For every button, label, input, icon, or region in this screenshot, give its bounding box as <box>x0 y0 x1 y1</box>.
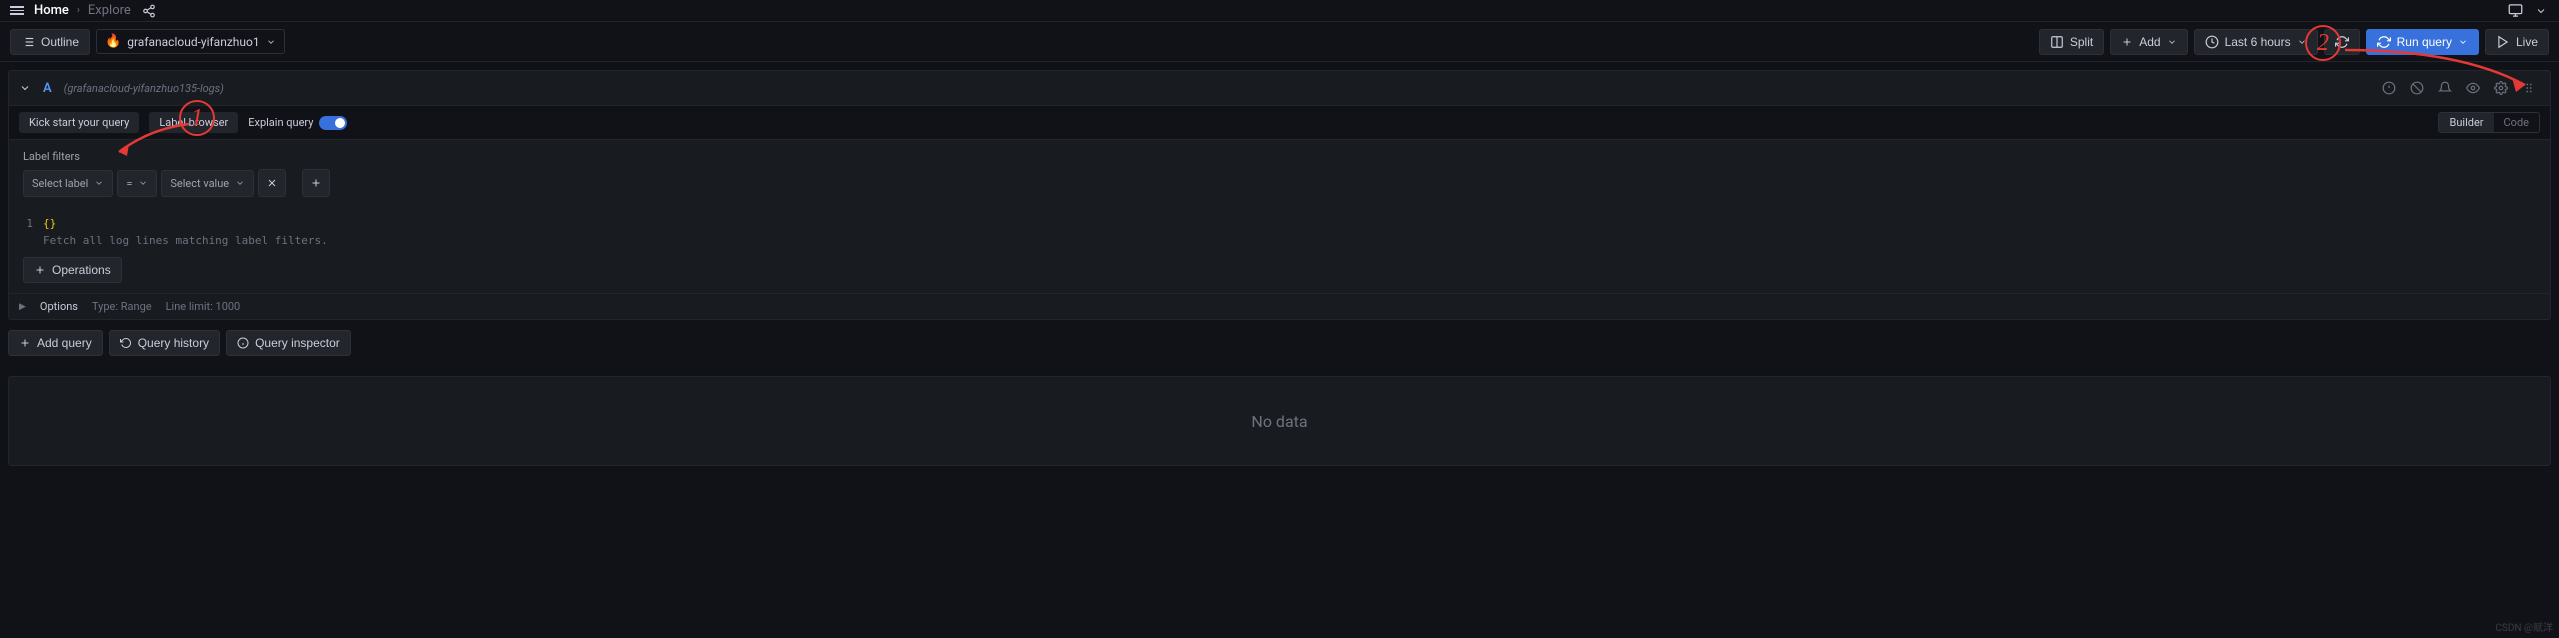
code-hint: Fetch all log lines matching label filte… <box>43 234 328 247</box>
select-label-dropdown[interactable]: Select label <box>23 170 113 197</box>
collapse-icon[interactable] <box>19 82 31 94</box>
query-inspector-button[interactable]: Query inspector <box>226 330 351 356</box>
create-alert-icon[interactable] <box>2434 77 2456 99</box>
history-icon <box>120 337 132 349</box>
split-label: Split <box>2070 35 2093 49</box>
remove-filter-button[interactable] <box>258 169 286 197</box>
datasource-picker[interactable]: 🔥 grafanacloud-yifanzhuo1 <box>96 29 285 54</box>
add-label: Add <box>2139 35 2160 49</box>
code-mode[interactable]: Code <box>2494 113 2539 132</box>
mode-switch: Builder Code <box>2438 112 2540 133</box>
clock-icon <box>2205 35 2219 49</box>
explain-toggle[interactable] <box>319 116 347 130</box>
query-history-label: Query history <box>138 336 209 350</box>
code-braces: {} <box>43 217 56 230</box>
menu-icon[interactable] <box>10 6 24 15</box>
loki-icon: 🔥 <box>105 34 121 49</box>
eye-icon[interactable] <box>2462 77 2484 99</box>
play-icon <box>2496 35 2510 49</box>
no-data-panel: No data <box>8 376 2551 466</box>
live-label: Live <box>2516 35 2538 49</box>
chevron-down-icon <box>266 37 276 47</box>
breadcrumb-sep: › <box>77 5 80 16</box>
label-filters-title: Label filters <box>23 150 2536 163</box>
monitor-icon[interactable] <box>2507 3 2523 19</box>
split-button[interactable]: Split <box>2039 29 2104 55</box>
label-browser-button[interactable]: Label browser <box>149 112 238 133</box>
add-filter-button[interactable] <box>302 169 330 197</box>
disable-icon[interactable] <box>2406 77 2428 99</box>
options-chevron[interactable]: ▶ <box>19 302 26 312</box>
breadcrumb-current: Explore <box>88 3 131 18</box>
sync-icon <box>2377 35 2391 49</box>
options-label[interactable]: Options <box>40 300 78 313</box>
chevron-down-icon[interactable] <box>2533 3 2549 19</box>
columns-icon <box>2050 35 2064 49</box>
options-type: Type: Range <box>92 300 152 313</box>
list-icon <box>21 35 35 49</box>
refresh-icon <box>2335 35 2349 49</box>
query-history-button[interactable]: Query history <box>109 330 220 356</box>
line-number: 1 <box>23 217 33 247</box>
plus-icon <box>19 337 31 349</box>
query-preview: 1 {} Fetch all log lines matching label … <box>9 207 2550 257</box>
live-button[interactable]: Live <box>2485 29 2549 55</box>
outline-button[interactable]: Outline <box>10 29 90 55</box>
plus-icon <box>310 177 322 189</box>
operations-button[interactable]: Operations <box>23 257 122 283</box>
operations-label: Operations <box>52 263 111 277</box>
add-button[interactable]: Add <box>2110 29 2187 55</box>
hint-icon[interactable] <box>2378 77 2400 99</box>
query-inspector-label: Query inspector <box>255 336 340 350</box>
plus-icon <box>2121 36 2133 48</box>
select-value-dropdown[interactable]: Select value <box>161 170 254 197</box>
datasource-name: grafanacloud-yifanzhuo1 <box>127 35 259 49</box>
options-line-limit: Line limit: 1000 <box>166 300 241 313</box>
query-letter: A <box>43 81 52 96</box>
settings-icon[interactable] <box>2490 77 2512 99</box>
kick-start-button[interactable]: Kick start your query <box>19 112 139 133</box>
no-data-text: No data <box>1251 412 1307 431</box>
operator-dropdown[interactable]: = <box>117 170 157 197</box>
watermark: CSDN @赋洋 <box>2495 619 2553 634</box>
chevron-down-icon <box>2167 37 2177 47</box>
timerange-label: Last 6 hours <box>2225 35 2291 49</box>
query-datasource-hint: (grafanacloud-yifanzhuo135-logs) <box>64 82 224 95</box>
run-query-button[interactable]: Run query <box>2366 29 2479 55</box>
x-icon <box>266 177 278 189</box>
chevron-down-icon <box>235 178 245 188</box>
builder-mode[interactable]: Builder <box>2439 113 2493 132</box>
run-query-label: Run query <box>2397 35 2452 49</box>
timerange-button[interactable]: Last 6 hours <box>2194 29 2318 55</box>
inspector-icon <box>237 337 249 349</box>
chevron-down-icon <box>94 178 104 188</box>
chevron-down-icon <box>2458 37 2468 47</box>
refresh-button[interactable] <box>2324 29 2360 55</box>
drag-icon[interactable] <box>2518 77 2540 99</box>
chevron-down-icon <box>138 178 148 188</box>
share-icon[interactable] <box>141 3 157 19</box>
add-query-button[interactable]: Add query <box>8 330 103 356</box>
chevron-down-icon <box>2297 37 2307 47</box>
explain-label: Explain query <box>248 116 313 129</box>
breadcrumb: Home › Explore <box>34 3 131 18</box>
add-query-label: Add query <box>37 336 92 350</box>
breadcrumb-home[interactable]: Home <box>34 3 69 18</box>
outline-label: Outline <box>41 35 79 49</box>
plus-icon <box>34 264 46 276</box>
